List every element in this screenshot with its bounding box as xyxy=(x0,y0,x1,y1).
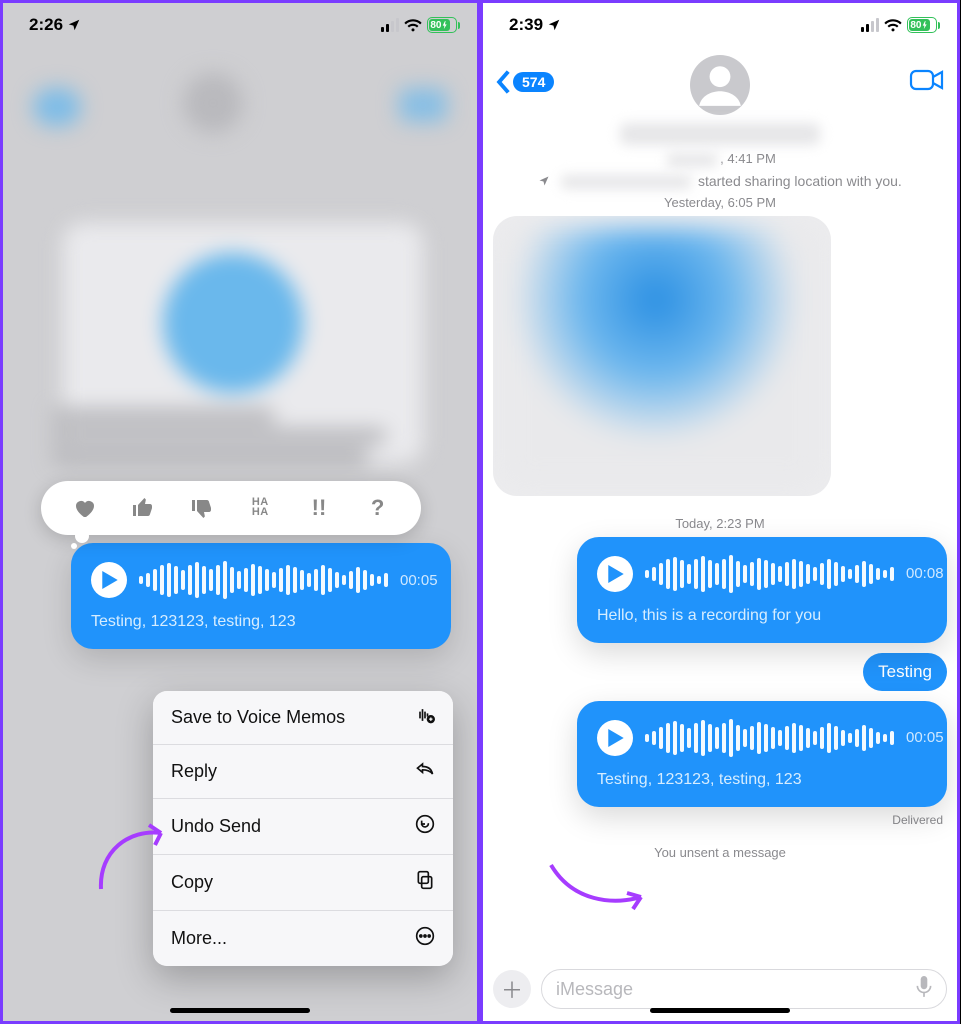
cellular-signal-icon xyxy=(861,18,879,32)
play-button[interactable] xyxy=(597,556,633,592)
menu-save-voice-memos[interactable]: Save to Voice Memos xyxy=(153,691,453,744)
screenshot-left: 2:26 80 HAHA !! ? 00:0 xyxy=(0,0,480,1024)
back-button[interactable]: 574 xyxy=(495,69,554,95)
menu-undo-send[interactable]: Undo Send xyxy=(153,798,453,854)
wifi-icon xyxy=(884,18,902,32)
delivered-status: Delivered xyxy=(892,813,943,827)
timestamp-today: Today, 2:23 PM xyxy=(493,516,947,531)
contact-name-blurred xyxy=(620,123,820,145)
dictation-button[interactable] xyxy=(916,976,932,1003)
menu-copy[interactable]: Copy xyxy=(153,854,453,910)
facetime-button[interactable] xyxy=(909,67,945,98)
voice-duration: 00:05 xyxy=(400,572,438,589)
tapback-bar: HAHA !! ? xyxy=(41,481,421,535)
menu-more[interactable]: More... xyxy=(153,910,453,966)
reply-icon xyxy=(415,760,435,783)
voice-transcript: Testing, 123123, testing, 123 xyxy=(91,613,431,631)
sent-voice-message-1[interactable]: 00:08 Hello, this is a recording for you xyxy=(577,537,947,643)
tapback-exclaim[interactable]: !! xyxy=(302,495,336,521)
received-message-blurred[interactable] xyxy=(493,216,831,496)
message-input[interactable]: iMessage xyxy=(541,969,947,1009)
voice-transcript: Testing, 123123, testing, 123 xyxy=(597,771,927,789)
sent-text-message[interactable]: Testing xyxy=(863,653,947,691)
input-placeholder: iMessage xyxy=(556,979,633,1000)
battery-icon: 80 xyxy=(427,17,457,33)
status-time: 2:39 xyxy=(509,15,543,35)
chat-content[interactable]: , 4:41 PM started sharing location with … xyxy=(483,145,957,957)
timestamp-line: , 4:41 PM xyxy=(493,151,947,167)
home-indicator xyxy=(650,1008,790,1013)
undo-icon xyxy=(415,814,435,839)
more-icon xyxy=(415,926,435,951)
status-bar: 2:26 80 xyxy=(3,3,477,47)
chat-nav-bar: 574 xyxy=(483,47,957,117)
battery-icon: 80 xyxy=(907,17,937,33)
waveform-icon xyxy=(645,555,894,593)
context-menu: Save to Voice Memos Reply Undo Send Copy… xyxy=(153,691,453,966)
attach-button[interactable]: ＋ xyxy=(493,970,531,1008)
timestamp-yesterday: Yesterday, 6:05 PM xyxy=(493,195,947,210)
voice-transcript: Hello, this is a recording for you xyxy=(597,607,927,625)
play-button[interactable] xyxy=(597,720,633,756)
screenshot-right: 2:39 80 574 , 4:41 PM xyxy=(480,0,960,1024)
wifi-icon xyxy=(404,18,422,32)
waveform-plus-icon xyxy=(415,706,435,729)
location-icon xyxy=(67,18,81,32)
sent-voice-message-2[interactable]: 00:05 Testing, 123123, testing, 123 xyxy=(577,701,947,807)
waveform-icon xyxy=(645,719,894,757)
voice-message-bubble-focused[interactable]: 00:05 Testing, 123123, testing, 123 xyxy=(71,543,451,649)
unsent-notice: You unsent a message xyxy=(493,845,947,860)
play-button[interactable] xyxy=(91,562,127,598)
waveform-icon xyxy=(139,561,388,599)
copy-icon xyxy=(415,870,435,895)
message-input-row: ＋ iMessage xyxy=(493,969,947,1009)
location-icon xyxy=(547,18,561,32)
location-icon xyxy=(538,175,550,187)
location-shared-line: started sharing location with you. xyxy=(493,173,947,189)
tapback-thumbs-down[interactable] xyxy=(185,496,219,520)
tapback-heart[interactable] xyxy=(67,496,101,520)
status-time: 2:26 xyxy=(29,15,63,35)
tapback-question[interactable]: ? xyxy=(361,495,395,521)
menu-reply[interactable]: Reply xyxy=(153,744,453,798)
voice-duration: 00:08 xyxy=(906,565,944,582)
status-bar: 2:39 80 xyxy=(483,3,957,47)
voice-duration: 00:05 xyxy=(906,729,944,746)
home-indicator xyxy=(170,1008,310,1013)
tapback-haha[interactable]: HAHA xyxy=(243,498,277,518)
cellular-signal-icon xyxy=(381,18,399,32)
unread-count: 574 xyxy=(513,72,554,92)
tapback-thumbs-up[interactable] xyxy=(126,496,160,520)
